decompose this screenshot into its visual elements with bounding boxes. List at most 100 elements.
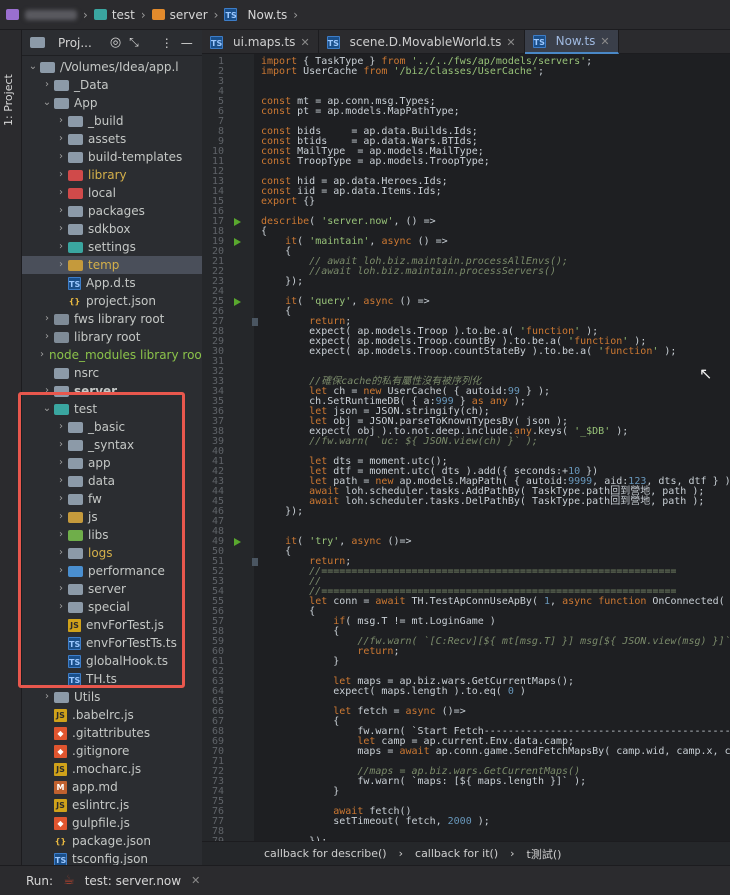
tree-folder[interactable]: › Utils	[22, 688, 202, 706]
tree-folder[interactable]: › js	[22, 508, 202, 526]
chevron-right-icon: ›	[45, 79, 49, 90]
code-editor[interactable]: 1 import { TaskType } from '../../fws/ap/…	[202, 54, 730, 841]
breadcrumb-server[interactable]: server	[151, 8, 208, 22]
tree-item-label: tsconfig.json	[72, 852, 149, 866]
tree-folder[interactable]: › logs	[22, 544, 202, 562]
tree-item-label: libs	[88, 528, 109, 542]
tree-file[interactable]: TS TH.ts	[22, 670, 202, 688]
code-text: expect( maps.length ).to.eq( 0 )	[261, 686, 526, 697]
run-test-icon[interactable]	[234, 298, 241, 306]
tree-file[interactable]: TS tsconfig.json	[22, 850, 202, 866]
tree-folder[interactable]: › library root	[22, 328, 202, 346]
project-view-selector[interactable]: Proj...	[58, 36, 92, 50]
tree-folder[interactable]: › _syntax	[22, 436, 202, 454]
tree-file[interactable]: TS globalHook.ts	[22, 652, 202, 670]
code-text: expect( ap.models.Troop.countStateBy ).t…	[261, 346, 677, 357]
chevron-right-icon: ›	[59, 457, 63, 468]
tree-folder[interactable]: › libs	[22, 526, 202, 544]
tree-folder[interactable]: › _build	[22, 112, 202, 130]
more-icon[interactable]: ⋮	[161, 36, 173, 50]
tree-file[interactable]: JS .mocharc.js	[22, 760, 202, 778]
tree-folder[interactable]: › data	[22, 472, 202, 490]
tree-folder[interactable]: › temp	[22, 256, 202, 274]
tree-file[interactable]: ◆ .gitattributes	[22, 724, 202, 742]
project-tool-tab[interactable]: 1: Project	[2, 65, 20, 135]
typescript-file-icon: TS	[532, 34, 546, 48]
tree-item-label: fw	[88, 492, 102, 506]
navigation-bar: › test › server › TS Now.ts ›	[0, 0, 730, 30]
run-test-icon[interactable]	[234, 238, 241, 246]
folder-icon	[68, 547, 83, 559]
tree-folder[interactable]: ⌄ App	[22, 94, 202, 112]
tree-item-label: /Volumes/Idea/app.l	[60, 60, 179, 74]
tree-folder[interactable]: › server	[22, 382, 202, 400]
tree-file[interactable]: TS App.d.ts	[22, 274, 202, 292]
folder-icon	[68, 205, 83, 217]
tree-file[interactable]: JS envForTest.js	[22, 616, 202, 634]
collapse-icon[interactable]: ⤡	[129, 35, 139, 50]
tree-folder[interactable]: › packages	[22, 202, 202, 220]
tree-folder[interactable]: › fw	[22, 490, 202, 508]
tree-item-label: node_modules library root	[49, 348, 202, 362]
breadcrumb-file[interactable]: TS Now.ts	[224, 8, 287, 22]
tree-folder[interactable]: › sdkbox	[22, 220, 202, 238]
close-tab-icon[interactable]: ✕	[300, 36, 309, 49]
tree-folder[interactable]: › _Data	[22, 76, 202, 94]
tree-folder[interactable]: › local	[22, 184, 202, 202]
tree-item-label: special	[88, 600, 130, 614]
bookmark-icon	[252, 558, 258, 566]
breadcrumb-separator-icon: ›	[83, 7, 88, 22]
run-test-icon[interactable]	[234, 538, 241, 546]
tree-item-label: library root	[74, 330, 141, 344]
tree-folder[interactable]: › app	[22, 454, 202, 472]
code-line: 46 });	[202, 507, 730, 517]
tree-folder[interactable]: › settings	[22, 238, 202, 256]
tree-file[interactable]: JS eslintrc.js	[22, 796, 202, 814]
target-icon[interactable]: ◎	[110, 35, 121, 50]
tree-folder[interactable]: › node_modules library root	[22, 346, 202, 364]
run-config-tab[interactable]: test: server.now	[85, 874, 181, 888]
tree-folder[interactable]: › server	[22, 580, 202, 598]
breadcrumb-separator-icon: ›	[140, 7, 146, 22]
tree-folder[interactable]: › library	[22, 166, 202, 184]
tree-folder[interactable]: ⌄ test	[22, 400, 202, 418]
run-test-icon[interactable]	[234, 218, 241, 226]
tree-item-label: .gitignore	[72, 744, 130, 758]
close-tab-icon[interactable]: ✕	[506, 36, 515, 49]
tree-file[interactable]: JS .babelrc.js	[22, 706, 202, 724]
editor-tab-label: ui.maps.ts	[233, 35, 296, 49]
tree-item-label: .gitattributes	[72, 726, 151, 740]
scope-test[interactable]: t測試()	[527, 846, 562, 862]
tree-folder[interactable]: › build-templates	[22, 148, 202, 166]
tree-file[interactable]: Mapp.md	[22, 778, 202, 796]
close-tab-icon[interactable]: ✕	[600, 35, 609, 48]
folder-icon	[68, 511, 83, 523]
breadcrumb-test[interactable]: test	[93, 8, 135, 22]
folder-icon	[54, 331, 69, 343]
folder-icon	[68, 493, 83, 505]
tree-folder[interactable]: › special	[22, 598, 202, 616]
tree-file[interactable]: {} project.json	[22, 292, 202, 310]
code-line: 6 const pt = ap.models.MapPathType;	[202, 107, 730, 117]
folder-icon	[68, 169, 83, 181]
js-file-icon: JS	[54, 762, 67, 776]
tree-folder[interactable]: › assets	[22, 130, 202, 148]
tree-file[interactable]: ◆ .gitignore	[22, 742, 202, 760]
tree-folder[interactable]: › fws library root	[22, 310, 202, 328]
editor-tab[interactable]: TS ui.maps.ts ✕	[202, 30, 319, 54]
tree-folder[interactable]: › _basic	[22, 418, 202, 436]
scope-describe[interactable]: callback for describe()	[264, 847, 387, 860]
tree-file[interactable]: ◆ gulpfile.js	[22, 814, 202, 832]
tree-folder[interactable]: nsrc	[22, 364, 202, 382]
tree-root[interactable]: ⌄ /Volumes/Idea/app.l	[22, 58, 202, 76]
minimize-icon[interactable]: —	[181, 36, 193, 50]
folder-icon	[68, 529, 83, 541]
close-icon[interactable]: ✕	[191, 874, 200, 887]
editor-tab[interactable]: TS scene.D.MovableWorld.ts ✕	[319, 30, 525, 54]
editor-tab[interactable]: TS Now.ts ✕	[524, 30, 619, 54]
scope-it[interactable]: callback for it()	[415, 847, 498, 860]
tree-file[interactable]: {} package.json	[22, 832, 202, 850]
tree-folder[interactable]: › performance	[22, 562, 202, 580]
code-line: 31	[202, 357, 730, 367]
tree-file[interactable]: TS envForTestTs.ts	[22, 634, 202, 652]
